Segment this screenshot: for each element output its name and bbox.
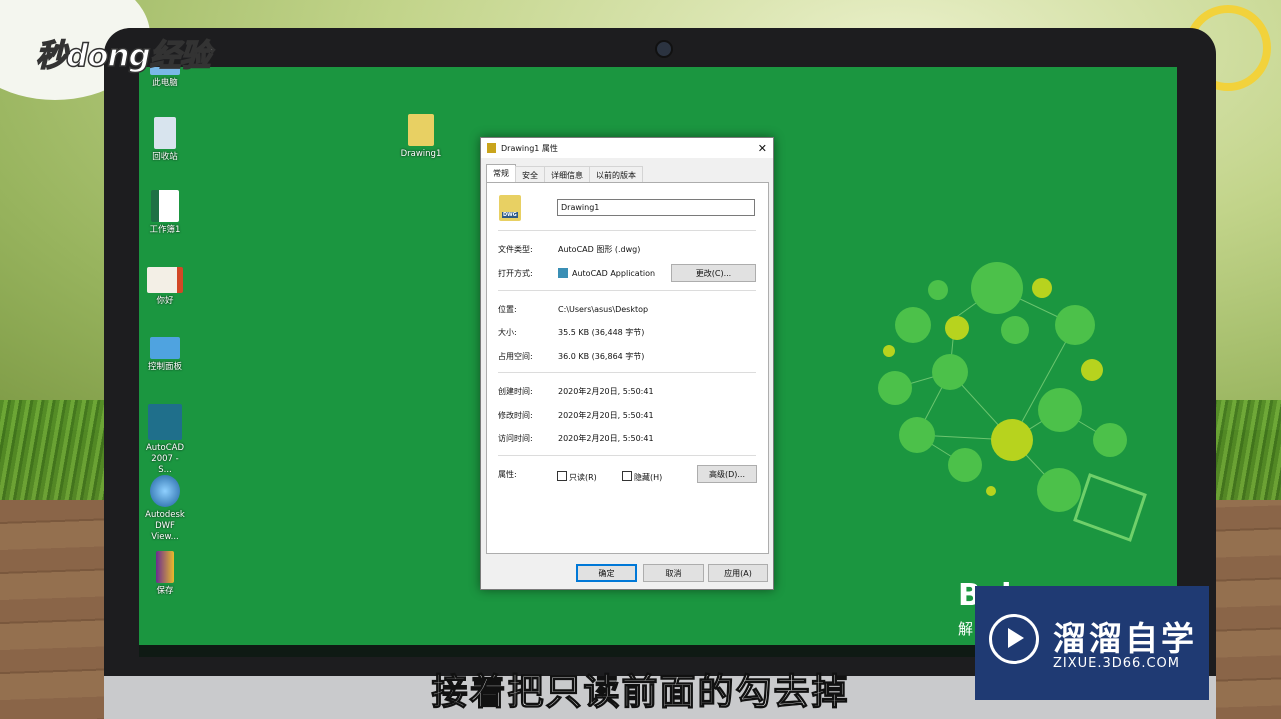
size-row: 大小: 35.5 KB (36,448 字节): [498, 328, 645, 337]
zixue-badge: 溜溜自学 ZIXUE.3D66.COM: [975, 586, 1209, 700]
accessed-row: 访问时间: 2020年2月20日, 5:50:41: [498, 434, 654, 443]
readonly-checkbox[interactable]: 只读(R): [557, 471, 597, 483]
autocad-icon: [148, 404, 182, 440]
modified-row: 修改时间: 2020年2月20日, 5:50:41: [498, 411, 654, 420]
ok-button[interactable]: 确定: [576, 564, 637, 582]
properties-dialog: Drawing1 属性 ✕ 常规 安全 详细信息 以前的版本 DWG Drawi…: [480, 137, 774, 590]
desktop-icon-autocad[interactable]: AutoCAD 2007 - S...: [139, 404, 195, 476]
dwg-file-icon: [408, 114, 434, 146]
desktop-icon-save[interactable]: 保存: [139, 551, 195, 597]
control-panel-icon: [150, 337, 180, 359]
disk-size-row: 占用空间: 36.0 KB (36,864 字节): [498, 352, 645, 361]
hidden-checkbox[interactable]: 隐藏(H): [622, 471, 662, 483]
checkbox-box[interactable]: [557, 471, 567, 481]
badge-title: 溜溜自学: [1053, 619, 1197, 658]
divider: [498, 230, 756, 231]
close-icon[interactable]: ✕: [758, 142, 767, 155]
globe-icon: [150, 475, 180, 507]
baidu-tagline: 解: [958, 620, 974, 638]
dialog-titlebar: Drawing1 属性 ✕: [481, 138, 773, 158]
dialog-title: Drawing1 属性: [501, 143, 558, 153]
attributes-label: 属性:: [498, 470, 517, 479]
tab-general[interactable]: 常规: [486, 164, 516, 184]
dwg-icon: [487, 143, 496, 153]
advanced-button[interactable]: 高级(D)...: [697, 465, 757, 483]
divider: [498, 372, 756, 373]
general-panel: DWG Drawing1 文件类型: AutoCAD 图形 (.dwg) 打开方式…: [486, 182, 769, 554]
apply-button[interactable]: 应用(A): [708, 564, 768, 582]
webcam: [655, 40, 673, 58]
winrar-file-icon: [156, 551, 174, 583]
cancel-button[interactable]: 取消: [643, 564, 704, 582]
excel-file-icon: [151, 190, 179, 222]
powerpoint-file-icon: [147, 267, 183, 293]
desktop-icon-recycle-bin[interactable]: 回收站: [139, 117, 195, 163]
desktop-icon-workbook[interactable]: 工作簿1: [139, 190, 195, 236]
dwg-file-icon: DWG: [499, 195, 521, 221]
desktop-icon-dwf-viewer[interactable]: Autodesk DWF View...: [139, 475, 195, 543]
desktop-icon-hello[interactable]: 你好: [139, 267, 195, 307]
autocad-icon: [558, 268, 568, 278]
change-button[interactable]: 更改(C)...: [671, 264, 756, 282]
divider: [498, 290, 756, 291]
recycle-bin-icon: [154, 117, 176, 149]
open-with-row: 打开方式: AutoCAD Application: [498, 268, 656, 278]
divider: [498, 455, 756, 456]
created-row: 创建时间: 2020年2月20日, 5:50:41: [498, 387, 654, 396]
play-icon: [989, 614, 1039, 664]
desktop-icon-control-panel[interactable]: 控制面板: [139, 337, 195, 373]
dialog-tabs: 常规 安全 详细信息 以前的版本: [481, 158, 773, 184]
badge-url: ZIXUE.3D66.COM: [1053, 656, 1180, 671]
file-type-row: 文件类型: AutoCAD 图形 (.dwg): [498, 245, 641, 254]
location-row: 位置: C:\Users\asus\Desktop: [498, 305, 649, 314]
checkbox-box[interactable]: [622, 471, 632, 481]
desktop-icon-drawing1[interactable]: Drawing1: [391, 114, 451, 160]
filename-input[interactable]: Drawing1: [557, 199, 755, 216]
miaodong-logo: 秒dong经验: [35, 37, 211, 75]
lightbulb-illustration: [878, 262, 1147, 542]
